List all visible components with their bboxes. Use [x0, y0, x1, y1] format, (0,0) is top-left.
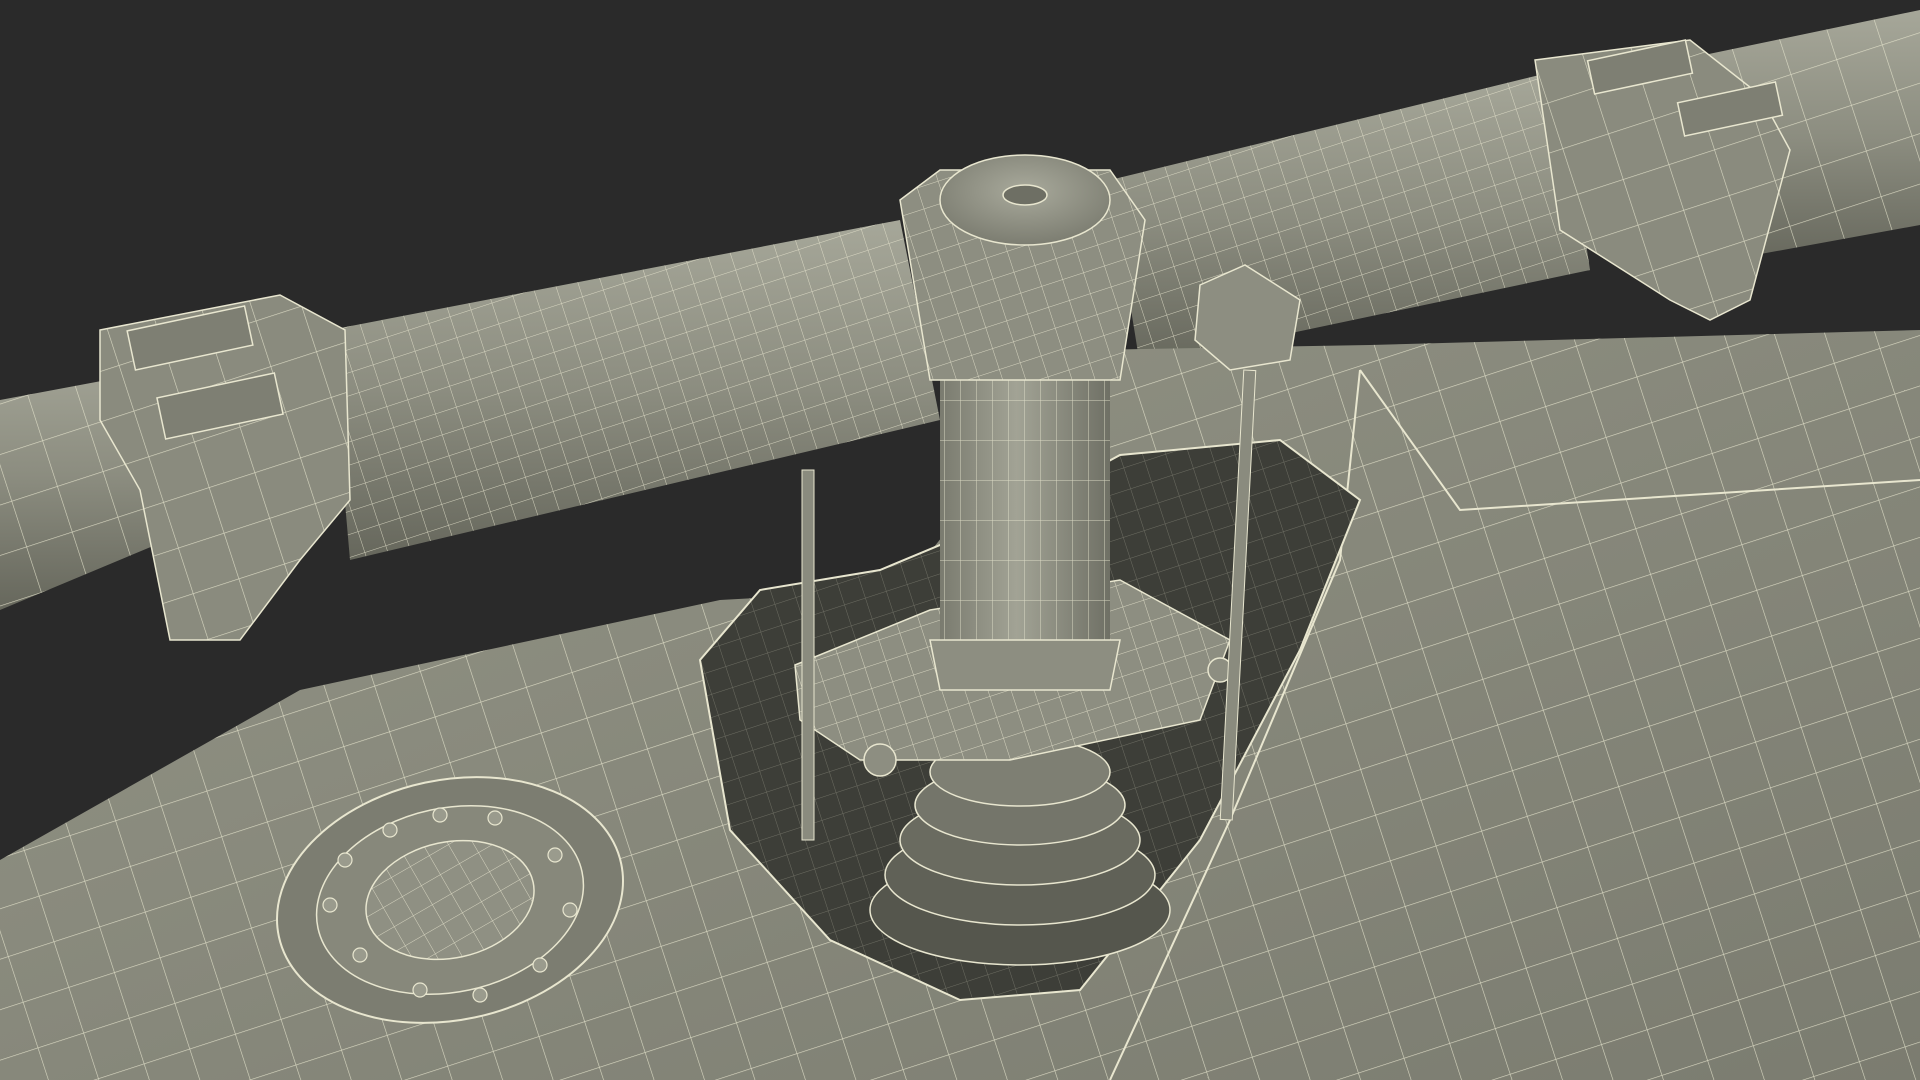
- rotor-mast: [929, 360, 1121, 691]
- rotor-hub-render: [0, 0, 1920, 1080]
